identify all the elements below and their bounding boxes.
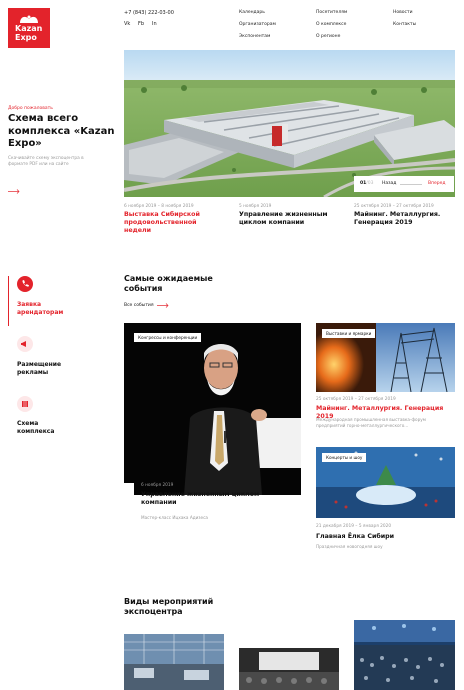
slide-counter: 01/03 [360, 181, 374, 186]
slider-back-button[interactable]: Назад [382, 181, 396, 186]
section-title-popular: Самые ожидаемые события [124, 274, 213, 293]
arrow-right-icon[interactable] [157, 303, 169, 308]
hero-event-title[interactable]: Майнинг. Металлургия. Генерация 2019 [354, 211, 454, 227]
social-in[interactable]: In [152, 21, 157, 27]
hero-description: Скачивайте схему экспоцентра в формате P… [8, 156, 84, 167]
logo-text: Kazan Expo [15, 24, 42, 42]
card-corner [124, 483, 134, 499]
phone-link[interactable]: +7 (843) 222-03-00 [124, 10, 174, 16]
map-icon[interactable] [17, 396, 33, 412]
sidebar-item-tenants[interactable]: Заявка арендаторам [17, 301, 77, 317]
event-title[interactable]: Главная Ёлка Сибири [316, 533, 455, 541]
social-vk[interactable]: Vk [124, 21, 130, 27]
category-badge: Концерты и шоу [322, 453, 367, 462]
category-badge: Конгрессы и конференции [134, 333, 202, 342]
event-description: Праздничная новогодняя шоу [316, 544, 383, 549]
event-card[interactable]: Выставки и ярмарки [316, 323, 455, 392]
nav-visitors[interactable]: Посетителям [316, 10, 347, 15]
event-date: 6 ноября 2019 [141, 483, 174, 488]
type-card[interactable] [124, 634, 224, 690]
logo[interactable]: Kazan Expo [8, 8, 50, 48]
hero-image [124, 50, 455, 197]
all-events-link[interactable]: Все события [124, 303, 154, 308]
megaphone-icon[interactable] [17, 336, 33, 352]
event-title[interactable]: Управление жизненным циклом компании [141, 491, 291, 507]
logo-icon [20, 15, 38, 23]
event-date: 21 декабря 2019 – 5 января 2020 [316, 524, 392, 529]
category-badge: Выставки и ярмарки [322, 329, 376, 338]
nav-exhibitors[interactable]: Экспонентам [239, 34, 270, 39]
hero-event-date: 25 октября 2019 – 27 октября 2019 [354, 204, 434, 209]
nav-news[interactable]: Новости [393, 10, 413, 15]
sidebar-item-advertising[interactable]: Размещение рекламы [17, 361, 77, 377]
slider-control: 01/03 Назад Вперед [354, 176, 454, 192]
type-photo-concert-crowd [354, 620, 455, 690]
event-description: Международная промышленная выставка-фору… [316, 417, 426, 428]
social-fb[interactable]: Fb [138, 21, 144, 27]
nav-organizers[interactable]: Организаторам [239, 22, 276, 27]
nav-about[interactable]: О комплексе [316, 22, 346, 27]
hero-title: Схема всего комплекса «Kazan Expo» [8, 113, 115, 149]
logo-line1: Kazan [15, 24, 43, 33]
nav-region[interactable]: О регионе [316, 34, 340, 39]
hero-event-date: 6 ноября 2019 – 8 ноября 2019 [124, 204, 194, 209]
hero-event-title[interactable]: Управление жизненным циклом компании [239, 211, 334, 227]
nav-contacts[interactable]: Контакты [393, 22, 416, 27]
slider-divider [400, 184, 422, 185]
type-photo-exhibition-hall [124, 634, 224, 690]
sidebar-item-scheme[interactable]: Схема комплекса [17, 420, 77, 436]
event-photo-speaker [124, 323, 301, 495]
event-date: 25 октября 2019 – 27 октября 2019 [316, 397, 396, 402]
event-card-large[interactable]: Конгрессы и конференции [124, 323, 301, 495]
welcome-label: Добро пожаловать [8, 106, 53, 111]
event-description: Мастер-класс Ицхака Адизеса [141, 515, 208, 520]
slider-forward-button[interactable]: Вперед [428, 181, 446, 186]
type-card[interactable] [354, 620, 455, 690]
phone-icon[interactable] [17, 276, 33, 292]
hero-event-date: 5 ноября 2019 [239, 204, 272, 209]
arrow-right-icon[interactable] [8, 189, 20, 194]
hero-event-title[interactable]: Выставка Сибирской продовольственной нед… [124, 211, 224, 235]
nav-calendar[interactable]: Календарь [239, 10, 265, 15]
type-card[interactable] [239, 648, 339, 690]
sidebar-divider [8, 276, 9, 326]
slide-total: /03 [366, 181, 374, 186]
event-card[interactable]: Концерты и шоу [316, 447, 455, 518]
type-photo-conference [239, 648, 339, 690]
logo-line2: Expo [15, 33, 37, 42]
section-title-types: Виды мероприятий экспоцентра [124, 597, 214, 616]
